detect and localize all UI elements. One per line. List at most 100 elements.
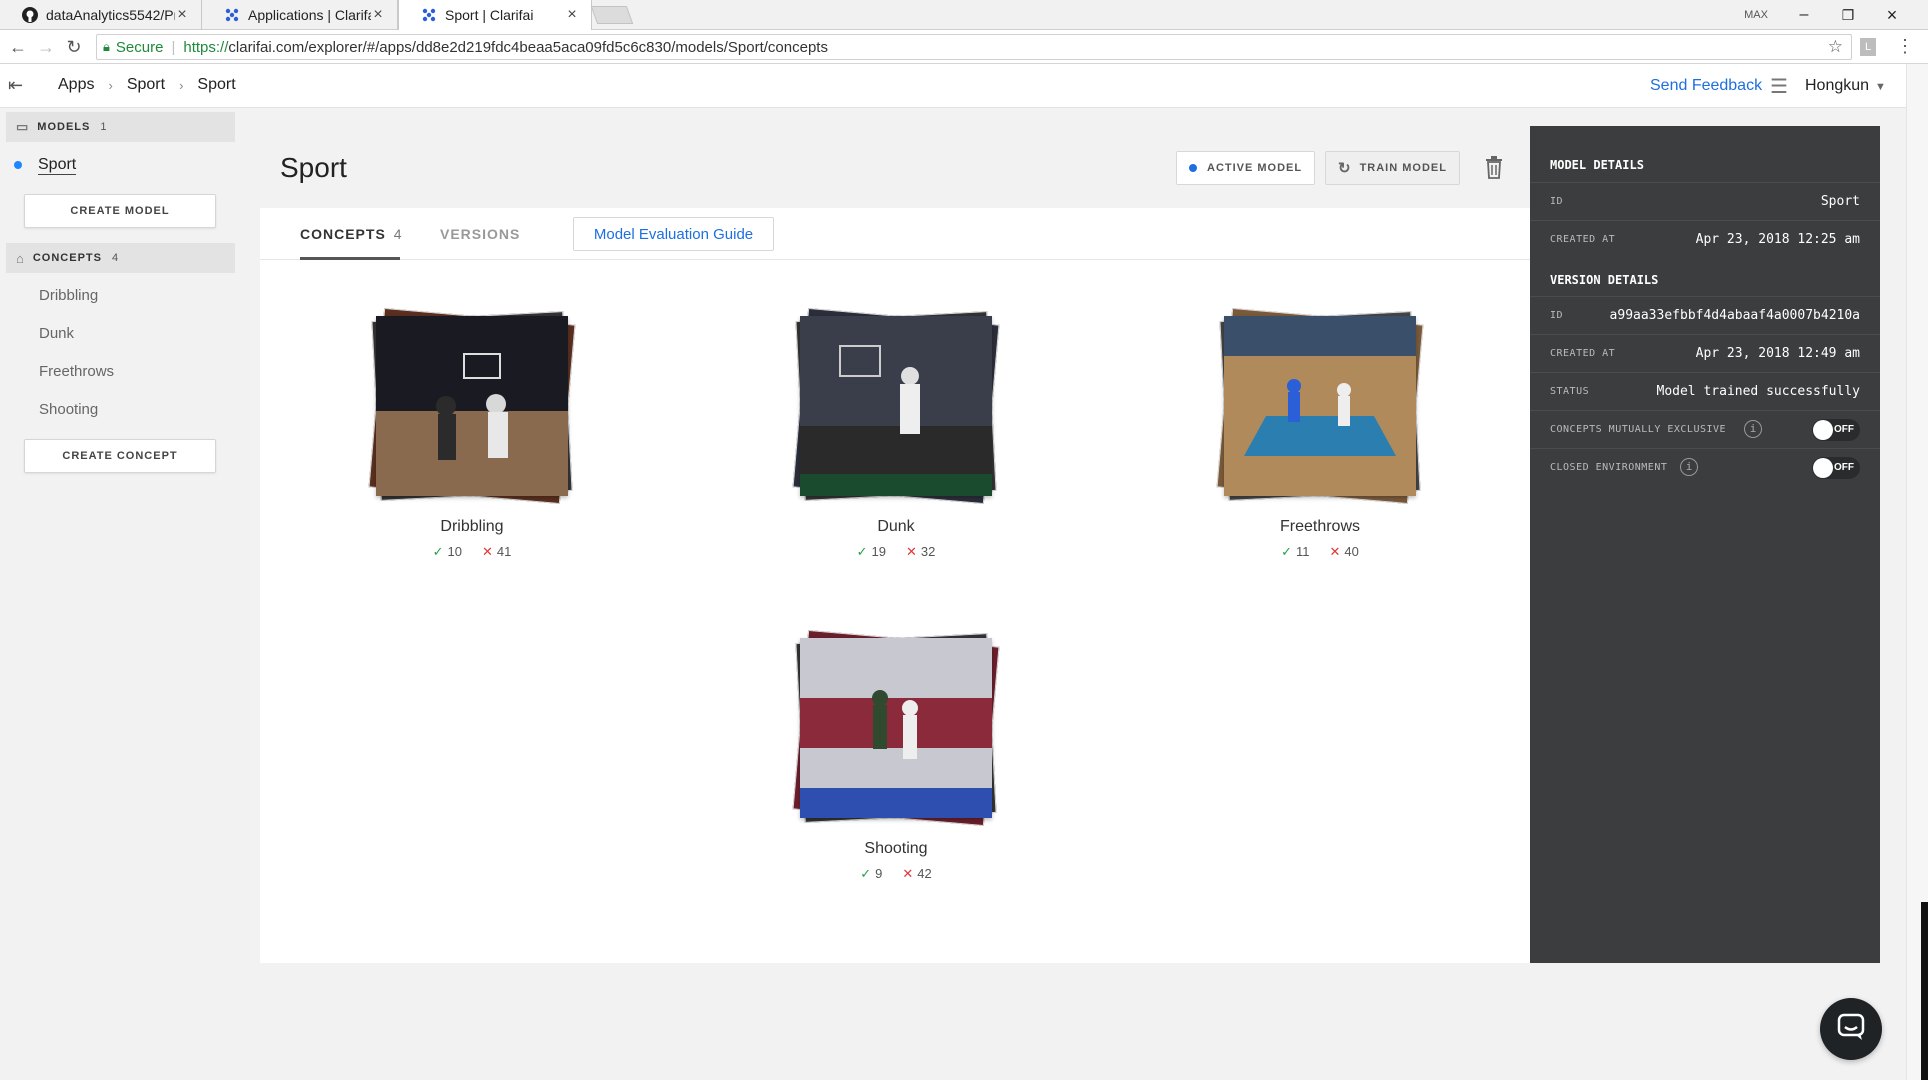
clarifai-icon (421, 7, 437, 23)
url-separator: | (171, 38, 176, 56)
url-text: clarifai.com/explorer/#/apps/dd8e2d219fd… (228, 38, 828, 56)
forward-icon[interactable]: → (34, 35, 58, 59)
concept-tile-dunk[interactable]: Dunk ✓ 19 ✕ 32 (786, 307, 1006, 560)
mutually-exclusive-row: CONCEPTS MUTUALLY EXCLUSIVE i OFF (1530, 410, 1880, 448)
concept-tile-dribbling[interactable]: Dribbling ✓ 10 ✕ 41 (362, 307, 582, 560)
train-model-button[interactable]: ↻ TRAIN MODEL (1325, 151, 1460, 185)
sidebar-item-sport-model[interactable]: Sport (14, 155, 77, 175)
collapse-sidebar-icon[interactable]: ⇤ (8, 75, 23, 96)
send-feedback-link[interactable]: Send Feedback (1650, 77, 1762, 95)
extension-icon[interactable]: L (1860, 38, 1876, 56)
version-id-value: a99aa33efbbf4d4abaaf4a0007b4210a (1609, 308, 1860, 323)
page-title: Sport (280, 152, 347, 183)
url-scheme: https:// (183, 38, 229, 56)
breadcrumb-model[interactable]: Sport (197, 76, 235, 94)
concept-name: Dribbling (440, 518, 504, 535)
active-model-label: ACTIVE MODEL (1207, 162, 1303, 174)
browser-menu-icon[interactable]: ⋮ (1896, 36, 1914, 58)
concept-tile-freethrows[interactable]: Freethrows ✓ 11 ✕ 40 (1210, 307, 1430, 560)
restore-icon[interactable]: ❐ (1834, 0, 1862, 30)
back-icon[interactable]: ← (6, 35, 30, 59)
version-created-value: Apr 23, 2018 12:49 am (1695, 346, 1860, 361)
toggle-state: OFF (1834, 424, 1854, 435)
mutually-exclusive-toggle[interactable]: OFF (1812, 419, 1860, 441)
model-created-row: CREATED AT Apr 23, 2018 12:25 am (1530, 220, 1880, 258)
page-scrollbar[interactable] (1906, 64, 1928, 1080)
concept-thumbnail (376, 316, 568, 496)
url-field[interactable]: 🔒︎ Secure | https:// clarifai.com/explor… (96, 34, 1852, 60)
user-menu[interactable]: Hongkun ▼ (1805, 77, 1886, 95)
concept-stats: ✓ 11 ✕ 40 (1210, 544, 1430, 560)
closed-environment-toggle[interactable]: OFF (1812, 457, 1860, 479)
info-icon[interactable]: i (1744, 420, 1762, 438)
check-icon: ✓ (856, 544, 868, 559)
active-model-button[interactable]: ACTIVE MODEL (1176, 151, 1316, 185)
lock-icon: 🔒︎ (103, 39, 110, 54)
concept-tile-shooting[interactable]: Shooting ✓ 9 ✕ 42 (786, 629, 1006, 882)
breadcrumb-apps[interactable]: Apps (58, 76, 94, 94)
concept-thumbnail (800, 316, 992, 496)
tab-concepts[interactable]: CONCEPTS 4 (300, 226, 403, 242)
models-section-header: ▭ MODELS 1 (6, 112, 235, 142)
minimize-icon[interactable]: – (1790, 0, 1818, 30)
details-panel: MODEL DETAILS ID Sport CREATED AT Apr 23… (1530, 126, 1880, 963)
version-details-heading: VERSION DETAILS (1550, 273, 1659, 287)
create-concept-button[interactable]: CREATE CONCEPT (24, 439, 216, 473)
tab-concepts-label: CONCEPTS (300, 226, 386, 242)
breadcrumb-app[interactable]: Sport (127, 76, 165, 94)
concepts-label: CONCEPTS (32, 252, 102, 264)
concepts-card: CONCEPTS 4 VERSIONS Model Evaluation Guid… (260, 208, 1530, 963)
check-icon: ✓ (860, 866, 872, 881)
tag-icon: ⌂ (16, 250, 25, 266)
browser-tab-github[interactable]: dataAnalytics5542/Pro × (0, 0, 202, 30)
bookmark-star-icon[interactable]: ☆ (1828, 37, 1843, 57)
models-count: 1 (100, 121, 108, 133)
secure-label: Secure (115, 38, 164, 56)
negative-count: 41 (496, 544, 512, 559)
close-icon[interactable]: × (565, 6, 579, 24)
toggle-state: OFF (1834, 462, 1854, 473)
sidebar-item-shooting[interactable]: Shooting (39, 401, 98, 418)
check-icon: ✓ (432, 544, 444, 559)
chat-widget-button[interactable] (1820, 998, 1882, 1060)
mutually-exclusive-label: CONCEPTS MUTUALLY EXCLUSIVE (1550, 424, 1727, 435)
model-icon: ▭ (16, 119, 30, 134)
new-tab-button[interactable] (590, 6, 634, 24)
tab-versions[interactable]: VERSIONS (440, 226, 520, 242)
check-icon: ✓ (1281, 544, 1293, 559)
concept-stats: ✓ 19 ✕ 32 (786, 544, 1006, 560)
concept-name: Shooting (864, 840, 928, 857)
browser-tab-applications[interactable]: Applications | Clarifai D × (202, 0, 398, 30)
positive-count: 19 (871, 544, 886, 559)
create-model-button[interactable]: CREATE MODEL (24, 194, 216, 228)
model-id-label: ID (1550, 196, 1564, 207)
close-icon[interactable]: × (371, 6, 385, 24)
status-value: Model trained successfully (1656, 384, 1861, 399)
trash-icon[interactable] (1484, 156, 1504, 180)
closed-environment-row: CLOSED ENVIRONMENT i OFF (1530, 448, 1880, 486)
sidebar-item-dunk[interactable]: Dunk (39, 325, 74, 342)
positive-count: 9 (875, 866, 883, 881)
model-id-row: ID Sport (1530, 182, 1880, 220)
browser-tab-sport[interactable]: Sport | Clarifai × (398, 0, 592, 30)
image-stack (786, 629, 1006, 827)
reload-icon[interactable]: ↻ (62, 35, 86, 59)
sidebar-item-dribbling[interactable]: Dribbling (39, 287, 98, 304)
image-stack (786, 307, 1006, 505)
tab-label: Sport | Clarifai (445, 7, 534, 23)
window-close-icon[interactable]: × (1878, 0, 1906, 30)
close-icon[interactable]: × (175, 6, 189, 24)
toggle-knob (1813, 458, 1833, 478)
sidebar-item-freethrows[interactable]: Freethrows (39, 363, 114, 380)
info-icon[interactable]: i (1680, 458, 1698, 476)
card-tabs: CONCEPTS 4 VERSIONS Model Evaluation Guid… (260, 208, 1530, 260)
clarifai-icon (224, 7, 240, 23)
chevron-right-icon: › (179, 77, 184, 93)
cross-icon: ✕ (482, 544, 493, 559)
chevron-right-icon: › (108, 77, 113, 93)
refresh-icon: ↻ (1338, 160, 1352, 177)
model-evaluation-guide-button[interactable]: Model Evaluation Guide (573, 217, 774, 251)
status-row: STATUS Model trained successfully (1530, 372, 1880, 410)
app-header: ⇤ Apps › Sport › Sport Send Feedback ☰ H… (0, 64, 1906, 108)
hamburger-menu-icon[interactable]: ☰ (1770, 74, 1788, 99)
